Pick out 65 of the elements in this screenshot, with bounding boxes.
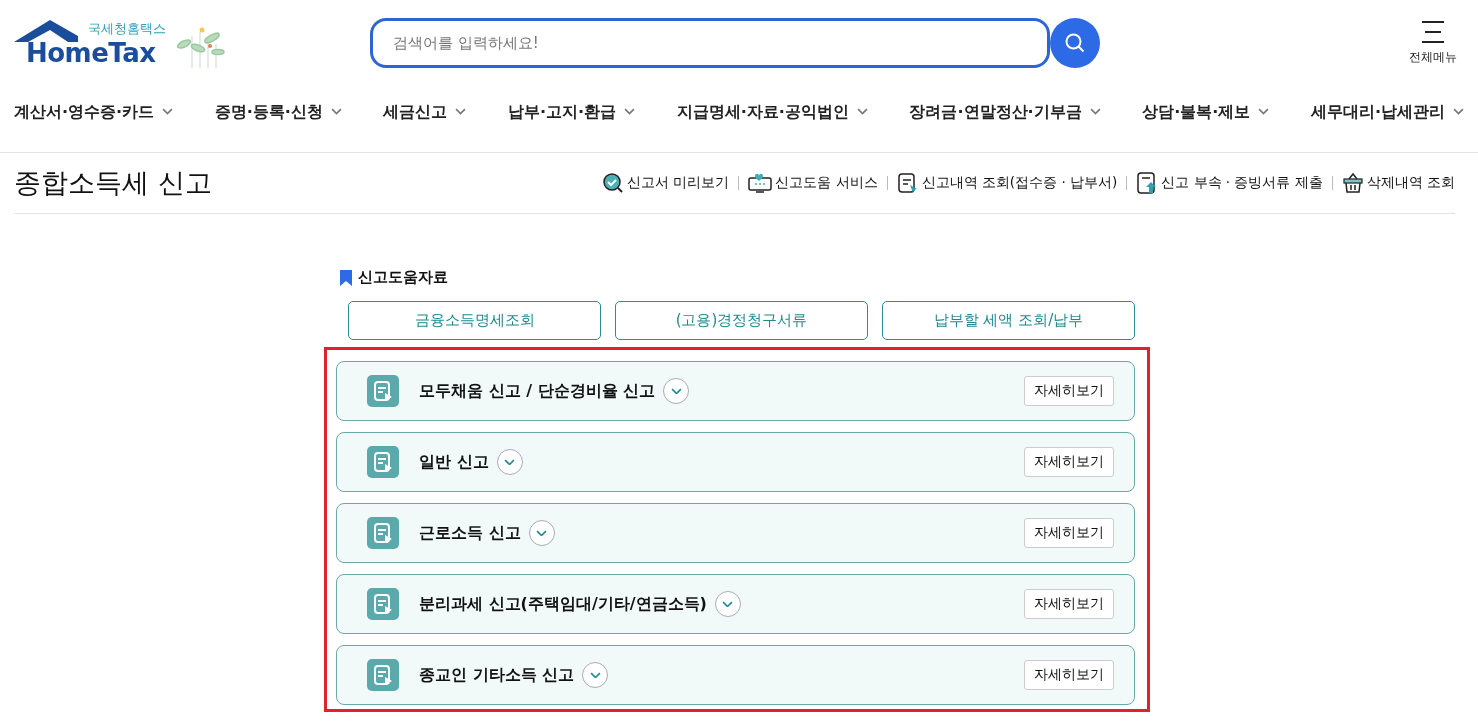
chevron-down-icon <box>856 108 868 115</box>
utility-link[interactable]: 신고서 미리보기 <box>601 172 730 194</box>
hometax-logo[interactable]: 국세청홈택스 HomeTax <box>14 18 164 68</box>
expand-toggle[interactable] <box>528 520 555 546</box>
document-icon <box>367 446 399 478</box>
nav-menu-item[interactable]: 증명·등록·신청 <box>214 92 342 124</box>
nav-menu-item[interactable]: 상담·불복·제보 <box>1142 92 1270 124</box>
nav-menu-item[interactable]: 지급명세·자료·공익법인 <box>676 92 868 124</box>
filing-type-title: 분리과세 신고(주택임대/기타/연금소득) <box>419 593 707 615</box>
utility-link[interactable]: 신고도움 서비스 <box>748 172 878 194</box>
all-menu-button[interactable]: 전체메뉴 <box>1408 18 1458 68</box>
document-icon <box>367 375 399 407</box>
chevron-down-icon <box>1452 108 1464 115</box>
details-button[interactable]: 자세히보기 <box>1024 589 1114 619</box>
nav-menu-item[interactable]: 세무대리·납세관리 <box>1310 92 1464 124</box>
chevron-down-icon <box>504 458 516 466</box>
document-icon <box>367 588 399 620</box>
search-button[interactable] <box>1050 18 1100 68</box>
monitor-heart-icon <box>748 172 773 194</box>
chevron-down-icon <box>455 108 467 115</box>
search-field[interactable]: 검색어를 입력하세요! <box>370 18 1050 68</box>
chevron-down-icon <box>536 529 548 537</box>
help-link-button[interactable]: 납부할 세액 조회/납부 <box>882 301 1135 340</box>
expand-toggle[interactable] <box>663 378 690 404</box>
chevron-down-icon <box>162 108 174 115</box>
nav-menu-item[interactable]: 계산서·영수증·카드 <box>14 92 174 124</box>
details-button[interactable]: 자세히보기 <box>1024 376 1114 406</box>
section-title: 신고도움자료 <box>358 268 448 287</box>
chevron-down-icon <box>1258 108 1270 115</box>
chevron-down-icon <box>624 108 636 115</box>
filing-type-title: 근로소득 신고 <box>419 522 521 544</box>
chevron-down-icon <box>670 387 682 395</box>
expand-toggle[interactable] <box>496 449 523 475</box>
utility-link[interactable]: 신고내역 조회(접수증 · 납부서) <box>896 172 1118 194</box>
expand-toggle[interactable] <box>714 591 741 617</box>
expand-toggle[interactable] <box>582 662 609 688</box>
document-icon <box>367 517 399 549</box>
chevron-down-icon <box>330 108 342 115</box>
details-button[interactable]: 자세히보기 <box>1024 447 1114 477</box>
page-title: 종합소득세 신고 <box>14 166 212 200</box>
document-upload-icon <box>1136 171 1159 195</box>
bookmark-icon <box>340 269 352 286</box>
filing-type-title: 모두채움 신고 / 단순경비율 신고 <box>419 380 656 402</box>
details-button[interactable]: 자세히보기 <box>1024 518 1114 548</box>
menu-icon <box>1420 20 1446 43</box>
magnifier-check-icon <box>601 172 624 194</box>
document-icon <box>367 659 399 691</box>
document-pointer-icon <box>896 172 919 194</box>
nav-menu-item[interactable]: 세금신고 <box>383 92 467 124</box>
nav-menu-item[interactable]: 납부·고지·환급 <box>508 92 636 124</box>
filing-type-title: 종교인 기타소득 신고 <box>419 664 575 686</box>
chevron-down-icon <box>722 600 734 608</box>
help-link-button[interactable]: 금융소득명세조회 <box>348 301 601 340</box>
search-icon <box>1064 32 1086 54</box>
logo-subtitle: 국세청홈택스 <box>88 20 166 38</box>
details-button[interactable]: 자세히보기 <box>1024 660 1114 690</box>
utility-link[interactable]: 신고 부속 · 증빙서류 제출 <box>1136 171 1323 195</box>
filing-type-title: 일반 신고 <box>419 451 489 473</box>
logo-text: HomeTax <box>26 38 156 68</box>
chevron-down-icon <box>589 671 601 679</box>
nav-menu-item[interactable]: 장려금·연말정산·기부금 <box>909 92 1101 124</box>
basket-icon <box>1341 172 1364 194</box>
utility-link[interactable]: 삭제내역 조회 <box>1341 172 1455 194</box>
chevron-down-icon <box>1089 108 1101 115</box>
help-link-button[interactable]: (고용)경정청구서류 <box>615 301 868 340</box>
